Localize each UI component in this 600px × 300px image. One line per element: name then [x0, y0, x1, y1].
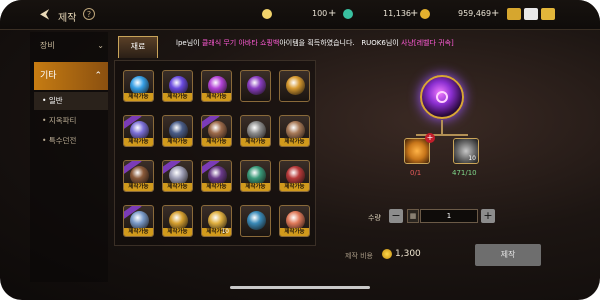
material-item-icon — [286, 76, 305, 95]
material-item-slot[interactable]: 제작가능 — [279, 160, 310, 192]
chat-icon[interactable] — [541, 8, 555, 20]
add-c-coin-button[interactable]: + — [328, 8, 336, 19]
material-item-slot[interactable]: 제작가능 — [123, 160, 154, 192]
material-item-slot[interactable]: 제작가능 — [279, 205, 310, 237]
top-bar: ⮜ 제작 ? 100 + 11,136 + 959,469 + — [0, 0, 600, 30]
material-item-slot[interactable]: 제작가능 — [240, 115, 271, 147]
ticker-item-name: 사냥[레벨다 귀속] — [400, 39, 454, 47]
currency-gold-value: 959,469 — [458, 9, 492, 18]
craftable-label: 제작가능 — [280, 183, 309, 191]
gold-coin-icon — [382, 249, 392, 259]
craftable-label: 제작가능 — [163, 138, 192, 146]
material-stack-count: 10 — [468, 155, 476, 162]
recipe-connector — [441, 120, 443, 134]
chevron-down-icon: ⌄ — [97, 41, 104, 50]
material-item-slot[interactable]: 제작가능 — [162, 70, 193, 102]
craft-result-item[interactable] — [420, 75, 464, 119]
result-item-core-icon — [436, 91, 448, 103]
gold-coin-icon — [420, 9, 430, 19]
craftable-label: 제작가능 — [280, 138, 309, 146]
subcategory-label: 특수던전 — [48, 136, 77, 145]
home-indicator[interactable] — [230, 286, 370, 289]
calculator-icon[interactable]: ▦ — [407, 209, 419, 223]
recipe-connector — [416, 134, 468, 136]
category-other[interactable]: 기타 ⌃ — [34, 62, 108, 90]
material-item-slot[interactable]: 제작가능 — [201, 160, 232, 192]
material-item-slot[interactable]: 제작가능 — [162, 160, 193, 192]
material-item-icon — [247, 211, 266, 230]
ticker-item-name: 클래식 무기 아바타 쇼핑백 — [201, 39, 280, 47]
material-item-slot[interactable]: 제작가능 — [123, 205, 154, 237]
mail-icon[interactable] — [524, 8, 538, 20]
material-item-slot[interactable]: 제작가능 — [162, 205, 193, 237]
subcategory-hell-party[interactable]: • 지옥파티 — [34, 112, 108, 130]
material-slot-2[interactable]: 10 — [453, 138, 479, 164]
quantity-label: 수량 — [368, 214, 381, 222]
add-gem-button[interactable]: + — [410, 8, 418, 19]
subcategory-label: 일반 — [48, 96, 63, 105]
treasure-chest-icon[interactable] — [507, 8, 521, 20]
craftable-label: 제작가능 — [124, 93, 153, 101]
craftable-label: 제작가능 — [202, 138, 231, 146]
currency-c-value: 100 — [312, 9, 328, 18]
material-item-slot[interactable]: 제작가능 — [123, 115, 154, 147]
subcategory-general[interactable]: • 일반 — [34, 92, 108, 110]
material-item-slot[interactable] — [279, 70, 310, 102]
material-count-1: 0/1 — [410, 169, 422, 177]
tab-materials[interactable]: 재료 — [118, 36, 158, 58]
category-equipment-label: 장비 — [40, 41, 55, 50]
add-material-icon[interactable]: + — [425, 133, 435, 143]
material-item-slot[interactable]: 제작가능 — [240, 160, 271, 192]
craftable-label: 제작가능 — [202, 183, 231, 191]
craft-button[interactable]: 제작 — [475, 244, 541, 266]
material-item-slot[interactable]: 제작가능 — [279, 115, 310, 147]
ticker-part: RUOK6님이 — [361, 39, 401, 47]
material-item-slot[interactable]: 제작가능 — [201, 70, 232, 102]
material-item-icon — [247, 76, 266, 95]
craftable-label: 제작가능 — [124, 228, 153, 236]
item-count: 10 — [221, 228, 229, 235]
quantity-minus-button[interactable]: − — [389, 209, 403, 223]
quantity-plus-button[interactable]: + — [481, 209, 495, 223]
material-count-2: 471/10 — [452, 169, 477, 177]
ticker-part: lpe님이 — [176, 39, 202, 47]
ticker-part: 아이템을 획득하였습니다. — [279, 39, 355, 47]
material-item-slot[interactable]: 제작가능 — [123, 70, 154, 102]
craftable-label: 제작가능 — [124, 183, 153, 191]
craft-cost-label: 제작 비용 — [345, 252, 373, 260]
green-gem-icon — [343, 9, 353, 19]
c-coin-icon — [262, 9, 272, 19]
craft-cost-value: 1,300 — [395, 249, 421, 259]
page-title: 제작 — [58, 13, 77, 24]
craftable-label: 제작가능 — [163, 93, 192, 101]
craftable-label: 제작가능 — [241, 183, 270, 191]
craftable-label: 제작가능 — [202, 93, 231, 101]
help-icon[interactable]: ? — [83, 8, 95, 20]
material-item-slot[interactable]: 제작가능 — [162, 115, 193, 147]
category-other-label: 기타 — [40, 71, 57, 81]
material-item-slot[interactable]: 제작가능 — [201, 115, 232, 147]
chevron-up-icon: ⌃ — [94, 71, 102, 81]
system-ticker: lpe님이 클래식 무기 아바타 쇼핑백아이템을 획득하였습니다. RUOK6님… — [176, 38, 476, 52]
material-item-slot[interactable] — [240, 205, 271, 237]
craftable-label: 제작가능 — [241, 138, 270, 146]
quantity-input[interactable]: 1 — [420, 209, 478, 223]
back-arrow-icon[interactable]: ⮜ — [40, 8, 49, 22]
category-equipment[interactable]: 장비 ⌄ — [40, 36, 108, 56]
material-item-slot[interactable] — [240, 70, 271, 102]
craftable-label: 제작가능 — [280, 228, 309, 236]
game-screen: ⮜ 제작 ? 100 + 11,136 + 959,469 + 장비 ⌄ 기타 … — [0, 0, 600, 300]
subcategory-label: 지옥파티 — [48, 116, 77, 125]
add-gold-button[interactable]: + — [491, 8, 499, 19]
material-item-slot[interactable]: 제작가능 10 — [201, 205, 232, 237]
craftable-label: 제작가능 — [163, 228, 192, 236]
craftable-label: 제작가능 — [124, 138, 153, 146]
craftable-label: 제작가능 — [163, 183, 192, 191]
item-grid: 제작가능 제작가능 제작가능 제작가능 제작가능 제작가능 제작가능 제작가능 제작가능 제작가능… — [114, 60, 316, 246]
subcategory-special-dungeon[interactable]: • 특수던전 — [34, 132, 108, 150]
currency-gem-value: 11,136 — [383, 9, 411, 18]
